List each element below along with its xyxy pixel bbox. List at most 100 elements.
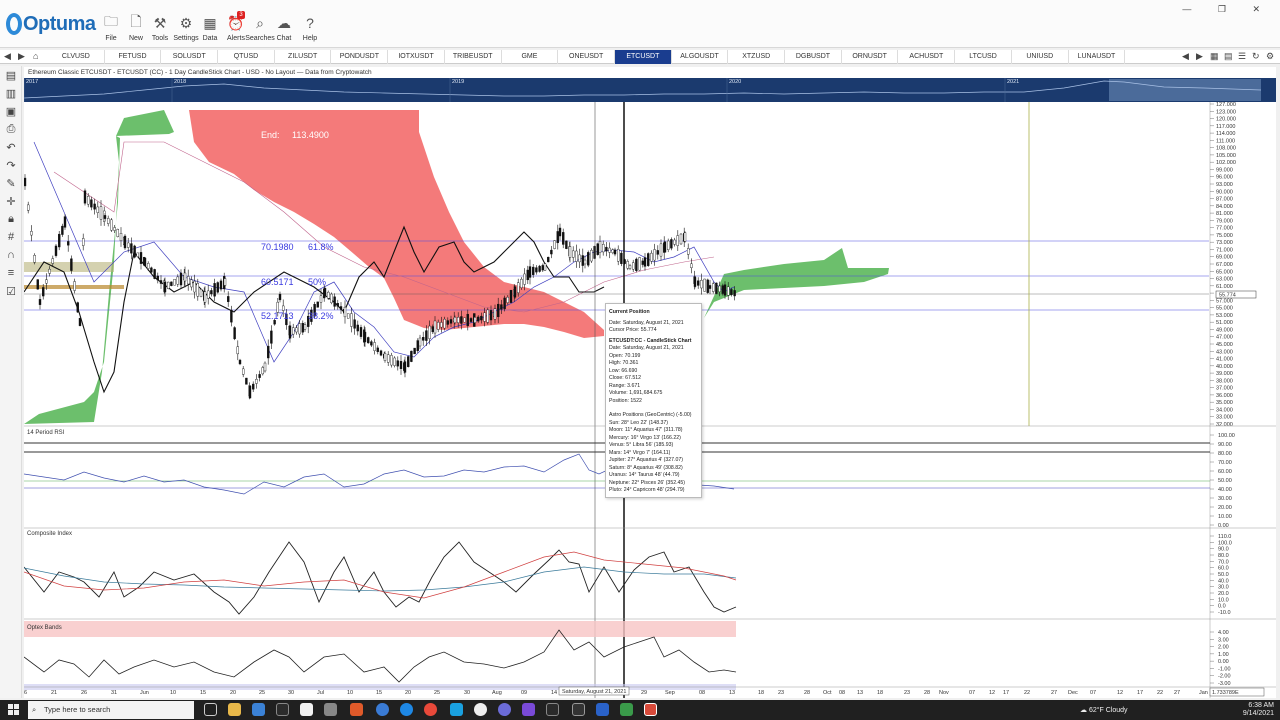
- chrome-icon[interactable]: [424, 703, 437, 716]
- discord-icon[interactable]: [498, 703, 511, 716]
- date-tick-label: 23: [904, 690, 910, 696]
- price-marker: 55.774: [1219, 293, 1236, 299]
- date-tick-label: 08: [699, 690, 705, 696]
- ribbon-toolbar: Optuma 🗀 File 🗋 New ⚒ Tools ⚙ Settings ▦ Data ⏰ 3 Al…: [0, 0, 1280, 48]
- pen-tool-icon[interactable]: ✎: [0, 174, 22, 192]
- tab-xtzusd[interactable]: XTZUSD: [728, 50, 786, 64]
- tab-oneusdt[interactable]: ONEUSDT: [558, 50, 615, 64]
- mail-icon[interactable]: [252, 703, 265, 716]
- tab-qtusd[interactable]: QTUSD: [218, 50, 275, 64]
- edge-browser-icon[interactable]: [376, 703, 389, 716]
- app-icon[interactable]: [300, 703, 313, 716]
- tab-ornusdt[interactable]: ORNUSDT: [842, 50, 899, 64]
- composite-index-panel: Composite Index 110.0100.090.080.070.060…: [23, 527, 1276, 616]
- tab-pondusdt[interactable]: PONDUSDT: [332, 50, 389, 64]
- magnet-icon[interactable]: ∩: [0, 246, 22, 264]
- crosshair-icon[interactable]: ✛: [0, 192, 22, 210]
- word-icon[interactable]: [596, 703, 609, 716]
- cursor-value-label: 1.733789E: [1212, 690, 1239, 696]
- redo-icon[interactable]: ↷: [0, 156, 22, 174]
- chat-icon: ☁: [277, 14, 291, 31]
- list-icon[interactable]: ☰: [1238, 51, 1246, 62]
- telegram-icon[interactable]: [450, 703, 463, 716]
- date-tick-label: 23: [778, 690, 784, 696]
- app-icon-5[interactable]: [620, 703, 633, 716]
- lock-icon[interactable]: 🔒︎: [0, 210, 22, 228]
- app-icon-4[interactable]: [572, 703, 585, 716]
- tab-algousdt[interactable]: ALGOUSDT: [672, 50, 729, 64]
- taskbar-search-input[interactable]: ⌕ Type here to search: [28, 701, 194, 719]
- date-tick-label: 10: [347, 690, 353, 696]
- grid-icon[interactable]: #: [0, 228, 22, 246]
- axis-tick-label: 53.000: [1216, 313, 1233, 319]
- tab-zilusdt[interactable]: ZILUSDT: [275, 50, 332, 64]
- layout-icon[interactable]: ▤: [1224, 51, 1233, 62]
- app-icon-2[interactable]: [324, 703, 337, 716]
- tab-gme[interactable]: GME: [502, 50, 559, 64]
- optuma-taskbar-icon[interactable]: [644, 703, 657, 716]
- undo-icon[interactable]: ↶: [0, 138, 22, 156]
- tab-solusdt[interactable]: SOLUSDT: [161, 50, 219, 64]
- window-controls[interactable]: — ❐ ✕: [1182, 4, 1272, 15]
- edge-icon[interactable]: [400, 703, 413, 716]
- app-icon-3[interactable]: [474, 703, 487, 716]
- brave-browser-icon[interactable]: [350, 703, 363, 716]
- steam-icon[interactable]: [546, 703, 559, 716]
- date-tick-label: 20: [230, 690, 236, 696]
- windows-start-icon[interactable]: [8, 704, 19, 715]
- axis-tick-label: 39.000: [1216, 371, 1233, 377]
- axis-tick-label: 67.000: [1216, 262, 1233, 268]
- fib-price-label: 60.5171: [261, 277, 294, 287]
- save-icon[interactable]: ▣: [0, 102, 22, 120]
- chart-overview-strip[interactable]: 2017 2018 2019 2020 2021: [23, 78, 1276, 102]
- axis-tick-label: 70.00: [1218, 460, 1232, 466]
- tab-scroll-right-icon[interactable]: ▶: [1196, 51, 1203, 62]
- help-button[interactable]: ? Help: [298, 14, 322, 42]
- weather-widget[interactable]: ☁ 62°F Cloudy: [1080, 706, 1128, 714]
- tab-tribeusdt[interactable]: TRIBEUSDT: [445, 50, 502, 64]
- tab-uniusd[interactable]: UNIUSD: [1012, 50, 1069, 64]
- settings-icon[interactable]: ⚙: [1266, 51, 1274, 62]
- tab-lunausdt[interactable]: LUNAUSDT: [1069, 50, 1126, 64]
- grid-view-icon[interactable]: ▦: [1210, 51, 1219, 62]
- tab-iotxusdt[interactable]: IOTXUSDT: [388, 50, 445, 64]
- checklist-icon[interactable]: ☑: [0, 282, 22, 300]
- task-view-icon[interactable]: [204, 703, 217, 716]
- window-icon[interactable]: [276, 703, 289, 716]
- tab-clvusd[interactable]: CLVUSD: [48, 50, 105, 64]
- refresh-icon[interactable]: ↻: [1252, 51, 1260, 62]
- tab-achusdt[interactable]: ACHUSDT: [899, 50, 956, 64]
- date-cursor-label: Saturday, August 21, 2021: [562, 689, 626, 695]
- tab-scroll-left-icon[interactable]: ◀: [1182, 51, 1189, 62]
- axis-tick-label: 55.000: [1216, 306, 1233, 312]
- tab-etcusdt[interactable]: ETCUSDT: [615, 50, 672, 64]
- axis-tick-label: 69.000: [1216, 255, 1233, 261]
- tab-fetusd[interactable]: FETUSD: [105, 50, 162, 64]
- forward-arrow-icon[interactable]: ▶: [18, 51, 25, 62]
- tools-icon: ⚒: [153, 14, 167, 31]
- tab-ltcusd[interactable]: LTCUSD: [955, 50, 1012, 64]
- axis-tick-label: 3.00: [1218, 637, 1229, 643]
- system-clock[interactable]: 6:38 AM 9/14/2021: [1243, 702, 1274, 718]
- axis-tick-label: 73.000: [1216, 240, 1233, 246]
- axis-tick-label: 84.000: [1216, 204, 1233, 210]
- back-arrow-icon[interactable]: ◀: [4, 51, 11, 62]
- file-explorer-icon[interactable]: [228, 703, 241, 716]
- date-tick-label: 12: [1117, 690, 1123, 696]
- open-icon[interactable]: ▥: [0, 84, 22, 102]
- date-tick-label: 07: [969, 690, 975, 696]
- axis-tick-label: 105.000: [1216, 153, 1236, 159]
- home-icon[interactable]: ⌂: [33, 51, 38, 61]
- overview-year-label: 2019: [452, 79, 464, 85]
- print-icon[interactable]: ⎙: [0, 120, 22, 138]
- tab-dgbusdt[interactable]: DGBUSDT: [785, 50, 842, 64]
- date-tick-label: Nov: [939, 690, 949, 696]
- page-icon[interactable]: ▤: [0, 66, 22, 84]
- date-tick-label: 28: [924, 690, 930, 696]
- help-icon: ?: [306, 15, 314, 31]
- date-tick-label: 07: [1090, 690, 1096, 696]
- axis-tick-label: 96.000: [1216, 175, 1233, 181]
- layers-icon[interactable]: ≡: [0, 264, 22, 282]
- axis-tick-label: 120.000: [1216, 117, 1236, 123]
- twitch-icon[interactable]: [522, 703, 535, 716]
